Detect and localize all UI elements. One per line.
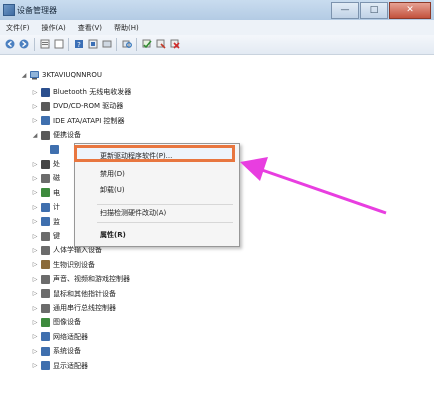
pointer-arrow-icon [240,157,387,215]
